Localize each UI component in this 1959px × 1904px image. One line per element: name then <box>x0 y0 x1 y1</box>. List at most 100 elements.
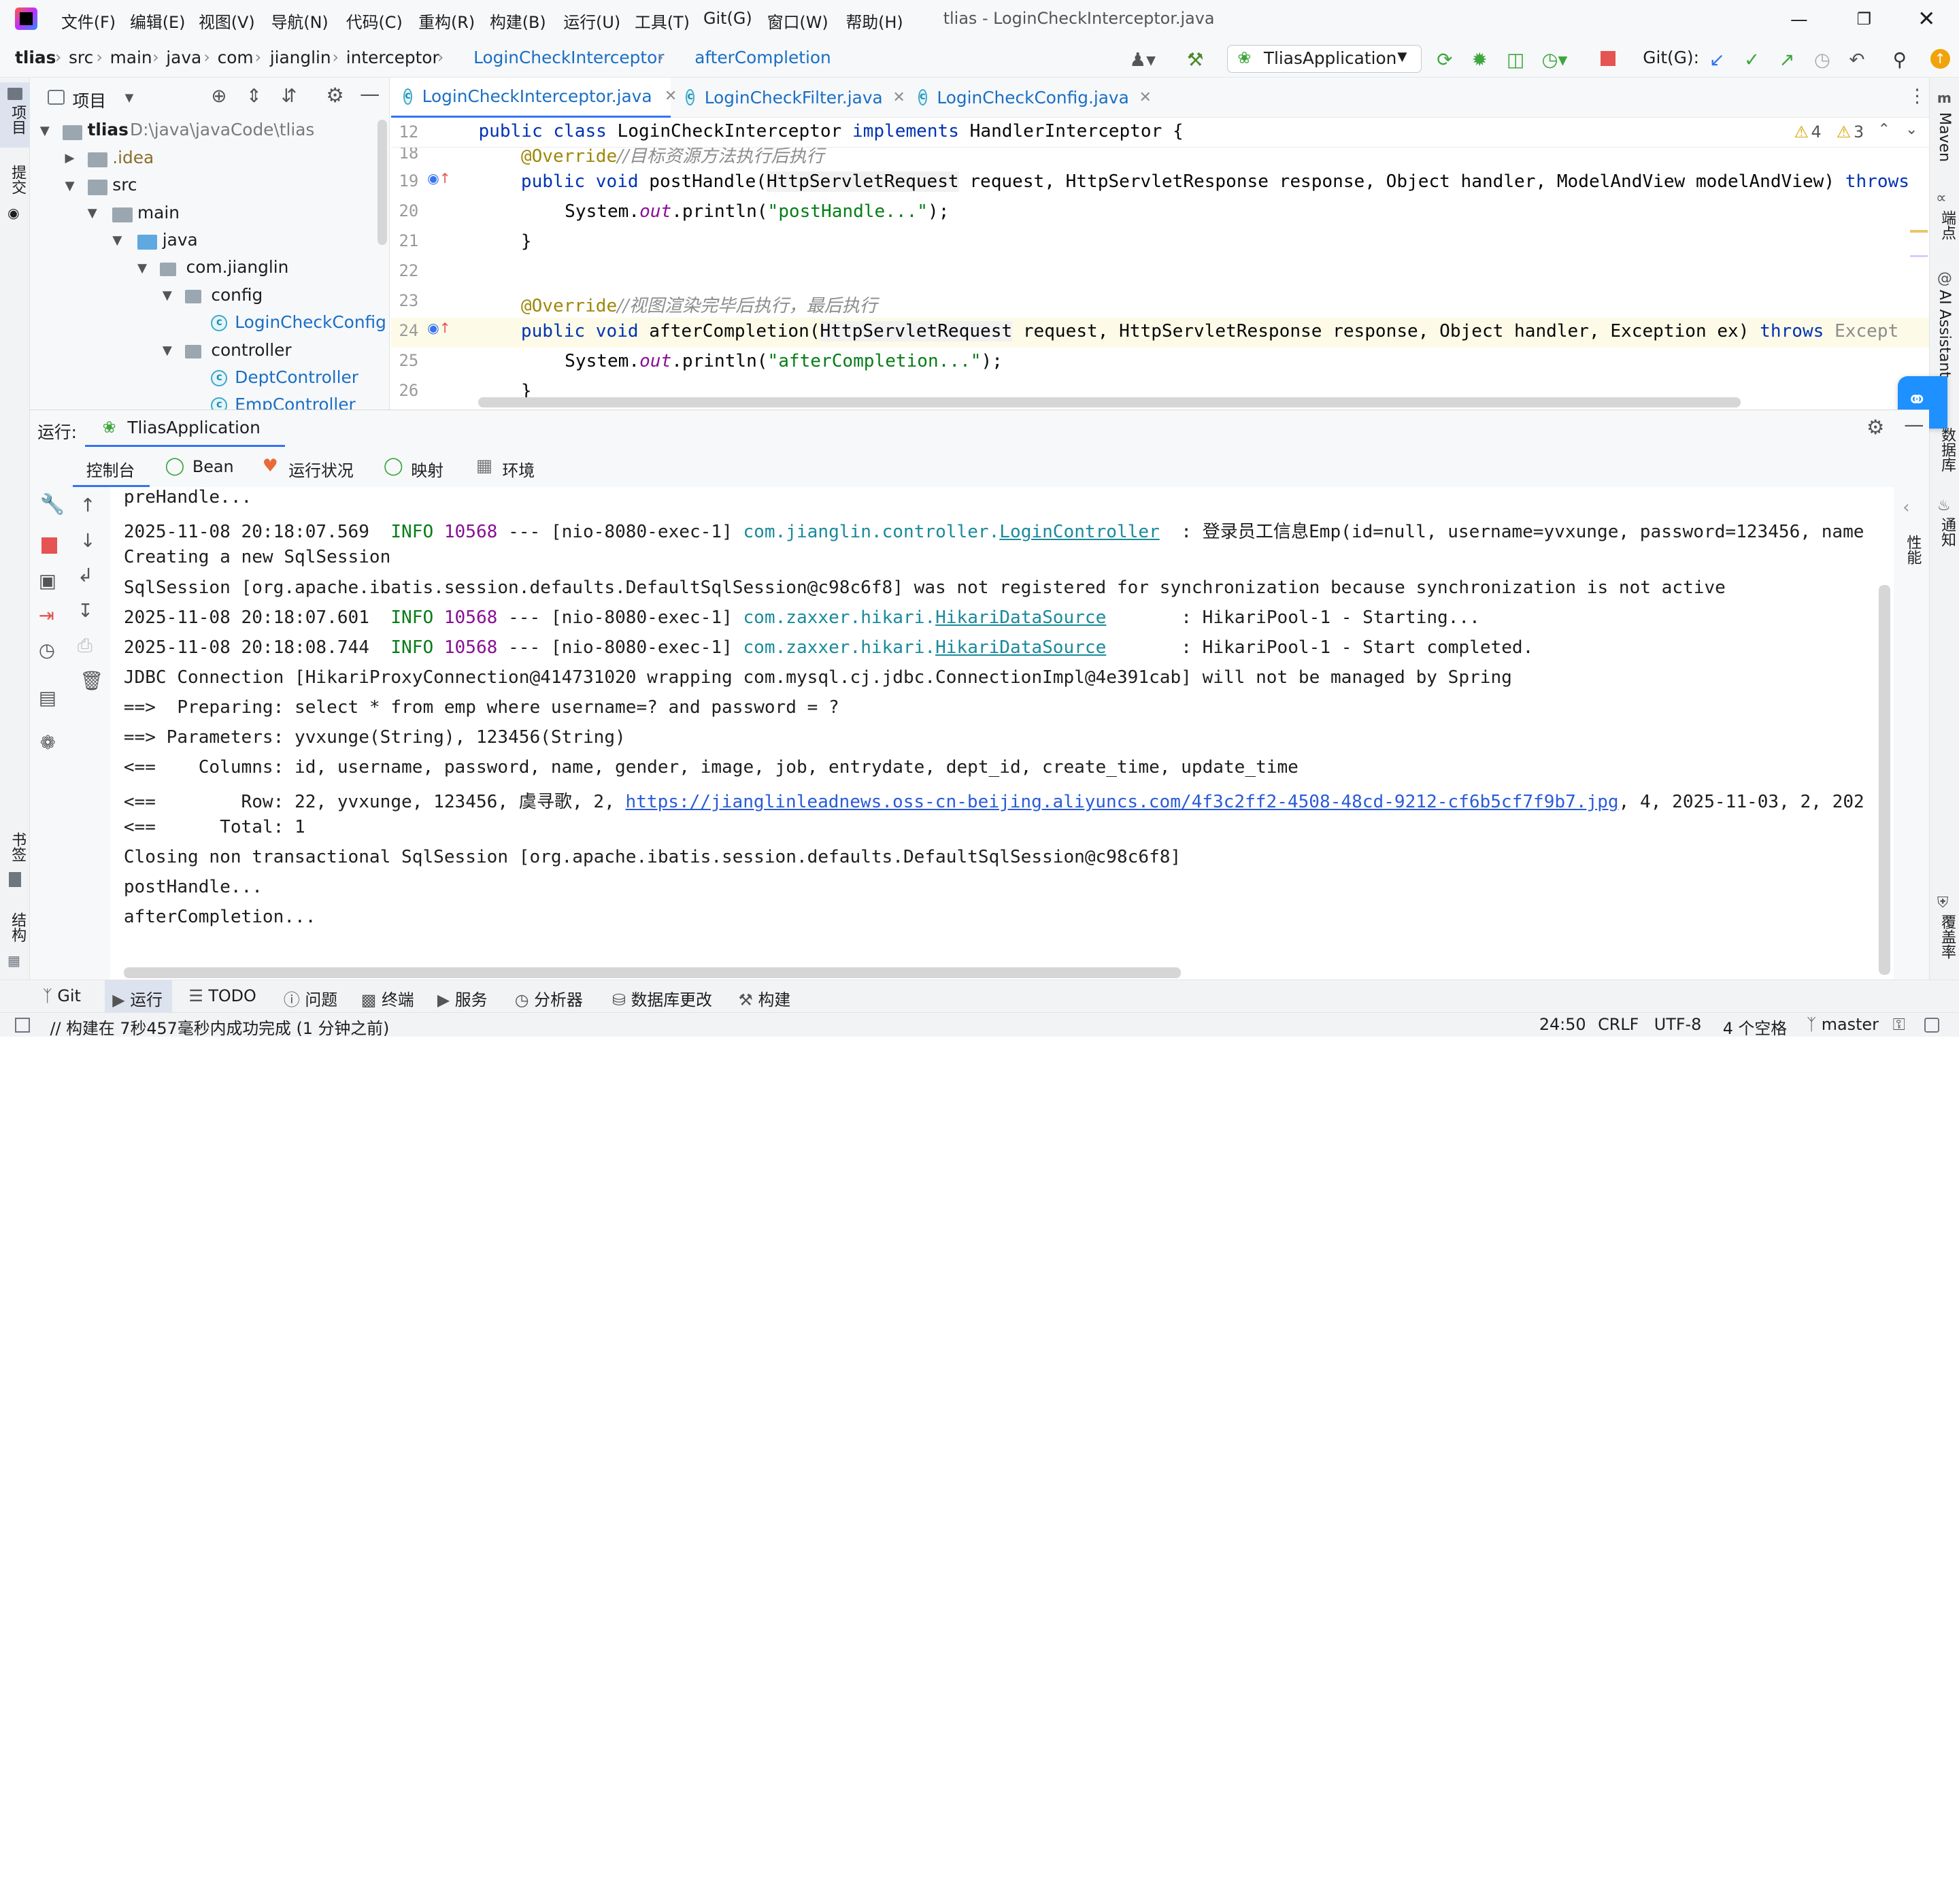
arrow-down-icon[interactable]: ↓ <box>80 530 96 552</box>
more-tabs-icon[interactable]: ⋮ <box>1908 85 1927 107</box>
expand-arrow-icon[interactable]: ▼ <box>88 206 97 220</box>
breadcrumb-class[interactable]: LoginCheckInterceptor <box>473 48 664 67</box>
line-separator[interactable]: CRLF <box>1598 1015 1639 1034</box>
image-url-link[interactable]: https://jianglinleadnews.oss-cn-beijing.… <box>625 792 1618 812</box>
stripe-notifications[interactable]: ♨ 通知 <box>1930 497 1959 560</box>
trash-icon[interactable]: 🗑 <box>80 669 104 692</box>
breadcrumb-project[interactable]: tlias <box>15 48 56 67</box>
menu-window[interactable]: 窗口(W) <box>767 9 828 33</box>
tab-mappings[interactable]: 映射 <box>411 457 443 481</box>
indent-setting[interactable]: 4 个空格 <box>1723 1015 1787 1037</box>
hide-panel-icon[interactable]: — <box>360 82 380 105</box>
menu-tools[interactable]: 工具(T) <box>635 9 690 33</box>
minimize-icon[interactable]: — <box>1786 10 1811 30</box>
console-h-scrollbar[interactable] <box>123 967 1181 979</box>
expand-all-icon[interactable]: ⇕ <box>246 85 262 107</box>
menu-build[interactable]: 构建(B) <box>490 9 546 33</box>
collapse-arrow-icon[interactable]: ▶ <box>65 151 75 165</box>
chevron-down-icon[interactable]: ⌄ <box>1905 121 1918 138</box>
menu-navigate[interactable]: 导航(N) <box>271 9 329 33</box>
menu-refactor[interactable]: 重构(R) <box>418 9 475 33</box>
run-config-tab[interactable]: ❀ TliasApplication <box>84 410 285 447</box>
run-config-select[interactable]: ❀ TliasApplication ▼ <box>1226 45 1422 73</box>
menu-file[interactable]: 文件(F) <box>61 9 116 33</box>
tool-run[interactable]: ▶ 运行 <box>105 980 173 1013</box>
override-gutter-icon[interactable]: ◉↑ <box>427 170 451 186</box>
tree-item-controller[interactable]: controller <box>211 340 291 360</box>
collapse-all-icon[interactable]: ⇵ <box>281 85 297 107</box>
tool-build[interactable]: ⚒ 构建 <box>738 986 790 1010</box>
stripe-project[interactable]: 项目 <box>0 82 31 148</box>
tree-item-src[interactable]: src <box>112 175 137 195</box>
tree-item-logincheckconfig[interactable]: LoginCheckConfig <box>235 312 386 332</box>
tool-services[interactable]: ▶ 服务 <box>437 986 488 1010</box>
stripe-endpoints[interactable]: ∝ 端点 <box>1930 190 1959 255</box>
tab-logincheckconfig[interactable]: c LoginCheckConfig.java ✕ <box>906 78 1152 118</box>
scroll-to-end-icon[interactable]: ↧ <box>78 600 93 622</box>
console-v-scrollbar[interactable] <box>1879 584 1890 975</box>
stop-icon[interactable] <box>1600 51 1615 67</box>
file-encoding[interactable]: UTF-8 <box>1654 1015 1702 1034</box>
project-panel-title[interactable]: 项目 <box>73 88 107 112</box>
tree-item-idea[interactable]: .idea <box>112 148 154 167</box>
chevron-left-icon[interactable]: ‹ <box>1903 497 1909 518</box>
breadcrumb-com[interactable]: com <box>218 48 254 67</box>
menu-view[interactable]: 视图(V) <box>199 9 255 33</box>
layout-toggle-icon[interactable] <box>15 1018 31 1033</box>
gear-icon[interactable]: ⚙ <box>326 84 344 107</box>
tab-console[interactable]: 控制台 <box>72 448 150 488</box>
menu-code[interactable]: 代码(C) <box>346 9 403 33</box>
stripe-structure[interactable]: 结构 ▦ <box>0 907 30 972</box>
tree-item-deptcontroller[interactable]: DeptController <box>235 367 358 387</box>
menu-edit[interactable]: 编辑(E) <box>130 9 185 33</box>
rerun-icon[interactable]: ⟳ <box>1437 49 1452 71</box>
tree-scrollbar[interactable] <box>377 120 388 245</box>
stripe-ai-assistant[interactable]: @ AI Assistant <box>1930 270 1959 390</box>
gear-icon[interactable]: ⚙ <box>1866 416 1884 439</box>
tool-git[interactable]: ᛉ Git <box>42 986 80 1005</box>
expand-arrow-icon[interactable]: ▼ <box>163 344 172 358</box>
tree-root[interactable]: tlias <box>88 120 129 139</box>
editor-h-scrollbar[interactable] <box>478 397 1741 407</box>
code-editor[interactable]: 12 public class LoginCheckInterceptor im… <box>390 117 1929 410</box>
user-icon[interactable]: ♟▾ <box>1129 49 1156 71</box>
expand-arrow-icon[interactable]: ▼ <box>137 261 147 275</box>
git-branch[interactable]: ᛉ master <box>1807 1015 1879 1034</box>
tool-db-changes[interactable]: ⛁ 数据库更改 <box>612 986 712 1010</box>
arrow-up-icon[interactable]: ↑ <box>80 495 96 516</box>
close-icon[interactable]: ✕ <box>1914 6 1939 31</box>
layout-icon[interactable]: ▤ <box>39 687 56 709</box>
warning-icon[interactable]: ⚠ 4 <box>1794 122 1821 141</box>
breadcrumb-interceptor[interactable]: interceptor <box>346 48 439 67</box>
git-update-icon[interactable]: ↙ <box>1709 49 1725 71</box>
expand-arrow-icon[interactable]: ▼ <box>163 288 172 303</box>
chevron-down-icon[interactable]: ▼ <box>125 91 134 104</box>
history-icon[interactable]: ◷ <box>1814 49 1830 71</box>
breadcrumb-src[interactable]: src <box>69 48 93 67</box>
tool-profiler[interactable]: ◷ 分析器 <box>515 986 583 1010</box>
locate-icon[interactable]: ⊕ <box>211 85 227 107</box>
tab-bean[interactable]: Bean <box>192 457 234 476</box>
rollback-icon[interactable]: ↶ <box>1849 49 1864 71</box>
close-tab-icon[interactable]: ✕ <box>892 89 905 106</box>
wrench-icon[interactable]: 🔧 <box>40 492 65 516</box>
expand-arrow-icon[interactable]: ▼ <box>40 124 50 138</box>
tab-logincheckfilter[interactable]: c LoginCheckFilter.java ✕ <box>673 78 905 118</box>
build-hammer-icon[interactable]: ⚒ <box>1187 49 1204 71</box>
weak-warning-icon[interactable]: ⚠ 3 <box>1837 122 1864 141</box>
git-push-icon[interactable]: ↗ <box>1779 49 1794 71</box>
chevron-up-icon[interactable]: ⌃ <box>1878 121 1890 138</box>
search-icon[interactable]: ⚲ <box>1893 49 1907 71</box>
error-stripe-mark[interactable] <box>1910 229 1928 233</box>
error-stripe-mark[interactable] <box>1910 254 1928 258</box>
menu-run[interactable]: 运行(U) <box>563 9 620 33</box>
tool-terminal[interactable]: ▩ 终端 <box>361 986 414 1010</box>
tree-item-com-jianglin[interactable]: com.jianglin <box>186 257 289 277</box>
pin-icon[interactable]: ❁ <box>40 732 56 754</box>
tree-item-config[interactable]: config <box>211 285 263 305</box>
tab-logincheckinterceptor[interactable]: c LoginCheckInterceptor.java ✕ <box>390 77 677 118</box>
tab-environment[interactable]: 环境 <box>502 457 535 481</box>
breadcrumb-main[interactable]: main <box>110 48 152 67</box>
stop-icon[interactable] <box>41 537 58 554</box>
tool-todo[interactable]: ☰ TODO <box>188 986 256 1005</box>
